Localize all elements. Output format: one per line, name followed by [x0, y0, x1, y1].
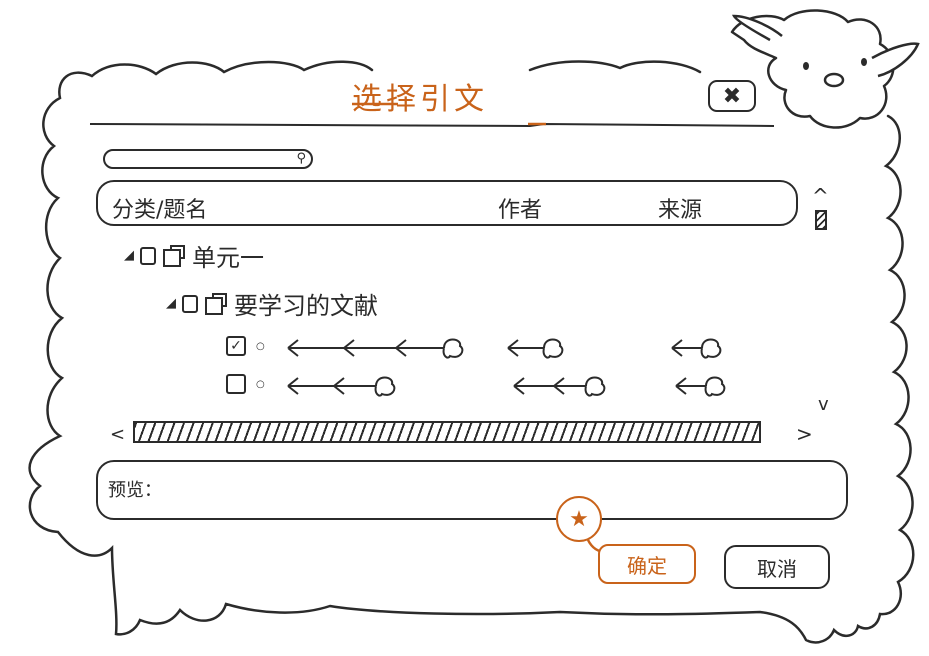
- row-checkbox-checked[interactable]: ✓: [226, 336, 246, 356]
- folder-icon: [163, 244, 185, 267]
- ok-button[interactable]: 确定: [598, 544, 696, 584]
- expand-triangle-icon[interactable]: ◢: [166, 296, 176, 311]
- column-header-category-title[interactable]: 分类/题名: [112, 192, 207, 224]
- table-header: 分类/题名 作者 来源: [96, 180, 798, 226]
- tree-node-checkbox[interactable]: [182, 294, 198, 313]
- expand-triangle-icon[interactable]: ◢: [124, 248, 134, 263]
- cancel-button[interactable]: 取消: [724, 545, 830, 589]
- sheep-eye-left: [803, 62, 809, 70]
- table-row[interactable]: ✓ ○: [226, 336, 273, 356]
- scroll-left-icon[interactable]: <: [110, 424, 125, 445]
- tree-node-label[interactable]: 单元一: [192, 238, 264, 273]
- vertical-scrollbar-thumb[interactable]: [815, 210, 827, 230]
- title-placeholder-squiggle: [287, 376, 396, 397]
- star-icon: ★: [556, 496, 602, 542]
- source-placeholder-squiggle: [675, 376, 726, 397]
- horizontal-scrollbar-thumb[interactable]: [133, 421, 761, 443]
- tree-node-checkbox[interactable]: [140, 246, 156, 265]
- close-icon: ✖: [722, 83, 742, 109]
- search-icon[interactable]: ⚲: [296, 151, 306, 166]
- preview-panel: 预览：: [96, 460, 848, 520]
- column-header-source[interactable]: 来源: [658, 192, 702, 224]
- table-row[interactable]: ○: [226, 374, 273, 394]
- folder-icon: [205, 292, 227, 315]
- sheep-top-right-outline: [528, 60, 702, 74]
- scroll-up-icon[interactable]: ^: [812, 184, 829, 208]
- title-placeholder-squiggle: [287, 338, 464, 359]
- row-checkbox[interactable]: [226, 374, 246, 394]
- search-box: ⚲: [103, 149, 313, 169]
- author-placeholder-squiggle: [507, 338, 564, 359]
- title-divider: [89, 122, 775, 128]
- search-input[interactable]: [111, 152, 285, 168]
- author-placeholder-squiggle: [513, 376, 606, 397]
- sheep-mouth: [823, 72, 845, 88]
- scroll-down-icon[interactable]: v: [818, 394, 829, 415]
- column-header-author[interactable]: 作者: [498, 192, 542, 224]
- preview-label: 预览：: [108, 480, 162, 501]
- bullet-icon: ○: [256, 340, 265, 352]
- tree-node-reading-list: ◢ 要学习的文献: [166, 286, 378, 321]
- close-button[interactable]: ✖: [708, 80, 756, 112]
- source-placeholder-squiggle: [671, 338, 722, 359]
- scroll-right-icon[interactable]: >: [796, 422, 813, 446]
- bullet-icon: ○: [256, 378, 265, 390]
- tree-node-label[interactable]: 要学习的文献: [234, 286, 378, 321]
- tree-node-unit: ◢ 单元一: [124, 238, 264, 273]
- sheep-eye-right: [861, 58, 867, 66]
- sheep-top-outline: [90, 60, 374, 78]
- dialog-title: 选择引文: [352, 82, 488, 117]
